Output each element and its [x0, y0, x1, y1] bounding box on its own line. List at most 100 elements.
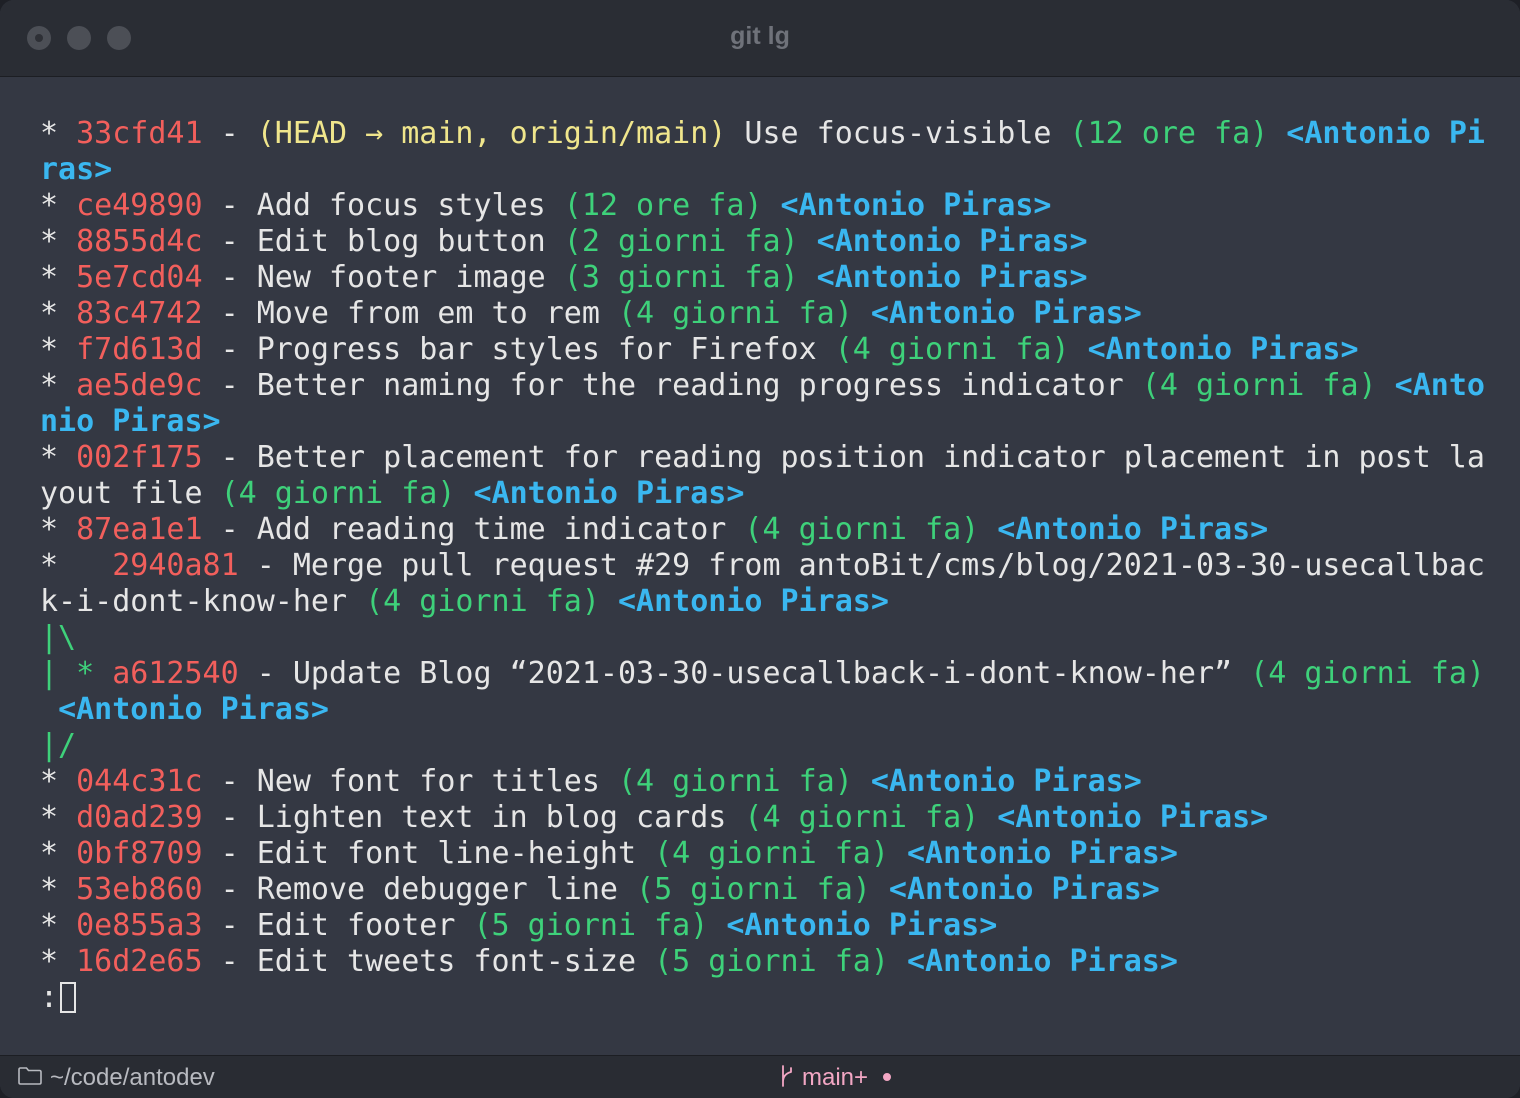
commit-line-continuation: k-i-dont-know-her (4 giorni fa) <Antonio… [40, 584, 1490, 620]
commit-line: * 53eb860 - Remove debugger line (5 gior… [40, 872, 1490, 908]
commit-hash: ce49890 [76, 188, 203, 223]
commit-line: * 0e855a3 - Edit footer (5 giorni fa) <A… [40, 908, 1490, 944]
commit-line: | * a612540 - Update Blog “2021-03-30-us… [40, 656, 1490, 692]
commit-line-continuation: nio Piras> [40, 404, 1490, 440]
status-bar: ~/code/antodev main+ [0, 1055, 1520, 1098]
commit-hash: 8855d4c [76, 224, 203, 259]
commit-date: (5 giorni fa) [636, 872, 871, 907]
commit-message: Edit blog button [256, 224, 546, 259]
graph-marker: * [40, 368, 77, 403]
commit-author: <Antonio Piras> [816, 224, 1088, 259]
title-bar[interactable]: git lg [0, 0, 1520, 77]
commit-message: Better placement for reading position in… [256, 440, 1485, 475]
commit-date: (4 giorni fa) [1250, 656, 1485, 691]
graph-marker: * [40, 224, 77, 259]
commit-message: Use focus-visible [744, 116, 1052, 151]
terminal-window: git lg * 33cfd41 - (HEAD → main, origin/… [0, 0, 1520, 1098]
graph-marker: * [40, 296, 77, 331]
separator: - [202, 332, 257, 367]
graph-marker: * [40, 440, 77, 475]
commit-author: <Antonio Piras> [888, 872, 1160, 907]
commit-message: Better naming for the reading progress i… [256, 368, 1124, 403]
commit-hash: d0ad239 [76, 800, 203, 835]
commit-line: * 87ea1e1 - Add reading time indicator (… [40, 512, 1490, 548]
separator: - [238, 548, 293, 583]
git-branch-icon [782, 1065, 792, 1087]
dirty-indicator-icon [883, 1073, 891, 1081]
graph-connector: |\ [40, 620, 77, 655]
commit-date: (4 giorni fa) [617, 764, 853, 799]
commit-author: nio Piras> [40, 404, 221, 439]
commit-message: Update Blog “2021-03-30-usecallback-i-do… [292, 656, 1233, 691]
commit-message: Edit font line-height [256, 836, 637, 871]
commit-message: k-i-dont-know-her [40, 584, 348, 619]
commit-author: <Antonio Piras> [726, 908, 998, 943]
commit-line: * f7d613d - Progress bar styles for Fire… [40, 332, 1490, 368]
graph-marker: * [40, 908, 77, 943]
separator: - [202, 260, 257, 295]
commit-line: * 0bf8709 - Edit font line-height (4 gio… [40, 836, 1490, 872]
commit-date: (2 giorni fa) [563, 224, 799, 259]
commit-date: (4 giorni fa) [1141, 368, 1377, 403]
commit-hash: 16d2e65 [76, 944, 203, 979]
commit-line: * 5e7cd04 - New footer image (3 giorni f… [40, 260, 1490, 296]
commit-hash: ae5de9c [76, 368, 203, 403]
commit-line: * 33cfd41 - (HEAD → main, origin/main) U… [40, 116, 1490, 152]
commit-hash: 53eb860 [76, 872, 203, 907]
commit-date: (12 ore fa) [1069, 116, 1269, 151]
separator: - [202, 836, 257, 871]
separator: - [202, 224, 257, 259]
commit-line: * 16d2e65 - Edit tweets font-size (5 gio… [40, 944, 1490, 980]
commit-hash: 044c31c [76, 764, 203, 799]
graph-line: |\ [40, 620, 1490, 656]
commit-author: <Antonio Piras> [1087, 332, 1359, 367]
commit-line-continuation: <Antonio Piras> [40, 692, 1490, 728]
commit-message: Edit tweets font-size [256, 944, 637, 979]
separator: - [202, 944, 257, 979]
commit-date: (5 giorni fa) [654, 944, 889, 979]
commit-date: (4 giorni fa) [654, 836, 889, 871]
commit-line: * 83c4742 - Move from em to rem (4 giorn… [40, 296, 1490, 332]
graph-marker: * [40, 332, 77, 367]
separator: - [202, 872, 257, 907]
pager-prompt: : [40, 980, 1490, 1016]
commit-author: <Antonio Piras> [906, 944, 1178, 979]
terminal-output[interactable]: * 33cfd41 - (HEAD → main, origin/main) U… [40, 116, 1490, 1016]
commit-hash: 5e7cd04 [76, 260, 203, 295]
window-title: git lg [730, 22, 790, 50]
commit-date: (4 giorni fa) [744, 512, 980, 547]
commit-author: <Antonio Piras> [58, 692, 329, 727]
graph-marker: * [40, 836, 77, 871]
graph-marker: * [40, 512, 77, 547]
separator: - [238, 656, 293, 691]
commit-author: <Antonio Piras> [617, 584, 889, 619]
commit-hash: a612540 [112, 656, 239, 691]
graph-marker: * [40, 260, 77, 295]
commit-author: <Antonio Piras> [997, 800, 1269, 835]
commit-author: <Antonio Piras> [870, 296, 1142, 331]
commit-message: Add focus styles [256, 188, 546, 223]
commit-message: yout file [40, 476, 203, 511]
commit-line: * d0ad239 - Lighten text in blog cards (… [40, 800, 1490, 836]
commit-author: <Antonio Piras> [780, 188, 1052, 223]
commit-date: (4 giorni fa) [744, 800, 980, 835]
